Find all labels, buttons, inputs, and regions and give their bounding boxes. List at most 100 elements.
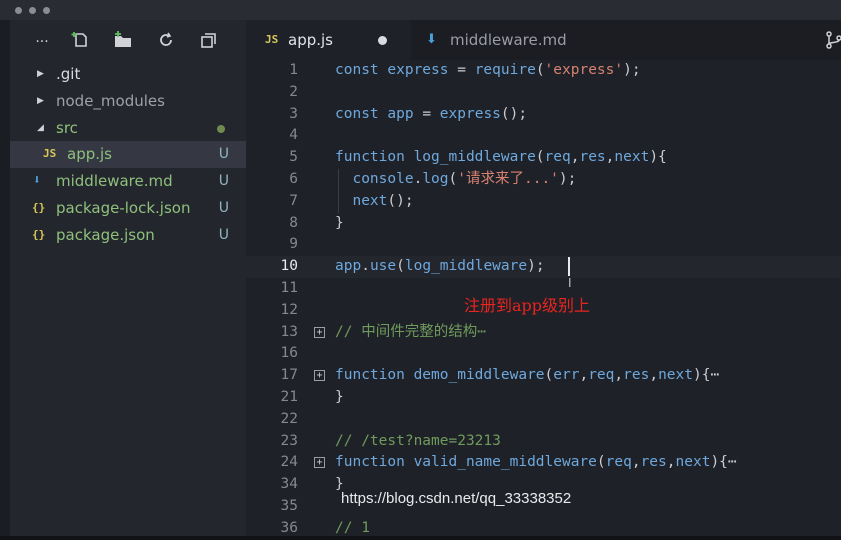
code-text: // 中间件完整的结构⋯ xyxy=(335,323,486,340)
code-text: } xyxy=(335,214,344,231)
code-text: console.log('请求来了...'); xyxy=(352,171,577,187)
modified-dot-icon xyxy=(217,124,225,133)
code-line[interactable]: 8} xyxy=(246,213,841,235)
line-number: 4 xyxy=(289,127,298,144)
line-number: 9 xyxy=(289,236,298,253)
new-folder-icon[interactable] xyxy=(113,30,133,50)
markdown-icon: ⬇ xyxy=(426,32,437,47)
javascript-file-icon: JS xyxy=(265,33,279,46)
tree-item-middleware-md[interactable]: ⬇ middleware.md U xyxy=(10,168,246,195)
tree-item-label: package-lock.json xyxy=(56,198,191,217)
tree-item-node-modules[interactable]: ▶ node_modules xyxy=(10,88,246,115)
code-text: app.use(log_middleware); xyxy=(335,258,545,275)
source-control-icon[interactable] xyxy=(824,30,841,50)
more-actions-button[interactable]: ... xyxy=(32,28,52,48)
code-line[interactable]: 23 // /test?name=23213 xyxy=(246,431,841,453)
code-editor: JS app.js ⬇ middleware.md 1 const express… xyxy=(246,20,841,540)
code-line[interactable]: 4 xyxy=(246,125,841,147)
window-title-bar xyxy=(0,0,841,20)
code-line[interactable]: 1 const express = require('express'); xyxy=(246,60,841,82)
line-number: 17 xyxy=(280,367,298,384)
line-number: 34 xyxy=(280,476,298,493)
line-number: 13 xyxy=(280,323,298,340)
editor-tab-bar: JS app.js ⬇ middleware.md xyxy=(246,20,841,60)
line-number: 5 xyxy=(289,149,298,166)
tree-item-label: src xyxy=(56,118,78,137)
bottom-edge xyxy=(0,536,841,540)
new-file-icon[interactable] xyxy=(71,30,91,50)
tree-item-label: app.js xyxy=(67,145,112,164)
line-number: 11 xyxy=(280,280,298,296)
code-line[interactable]: 6 console.log('请求来了...'); xyxy=(246,169,841,191)
code-line[interactable]: 7 next(); xyxy=(246,191,841,213)
git-status-badge: U xyxy=(218,173,229,190)
file-explorer-sidebar: ... ▶ .git ▶ node_modules ◢ src JS app.j… xyxy=(10,20,246,540)
code-line[interactable]: 16 xyxy=(246,343,841,365)
code-line[interactable]: 21} xyxy=(246,387,841,409)
code-line[interactable]: 2 xyxy=(246,82,841,104)
git-status-badge: U xyxy=(218,199,229,216)
code-line[interactable]: 3 const app = express(); xyxy=(246,104,841,126)
tree-item-package-json[interactable]: {} package.json U xyxy=(10,222,246,249)
line-number: 22 xyxy=(280,410,298,427)
fold-expand-icon[interactable]: + xyxy=(314,370,325,382)
line-number: 2 xyxy=(289,83,298,100)
tree-item-label: middleware.md xyxy=(56,172,173,191)
javascript-file-icon: JS xyxy=(43,147,57,161)
fold-expand-icon[interactable]: + xyxy=(314,326,325,338)
text-caret xyxy=(568,257,570,277)
collapse-all-icon[interactable] xyxy=(199,30,219,50)
json-file-icon: {} xyxy=(32,200,46,214)
code-text: function demo_middleware(err,req,res,nex… xyxy=(335,367,720,384)
tab-app-js[interactable]: JS app.js xyxy=(246,20,411,60)
tree-item-git[interactable]: ▶ .git xyxy=(10,61,246,88)
chevron-right-icon: ▶ xyxy=(37,69,44,79)
markdown-file-icon: ⬇ xyxy=(33,173,41,189)
code-line[interactable]: 10 app.use(log_middleware); xyxy=(246,256,841,278)
line-number: 23 xyxy=(280,432,298,449)
maximize-window-button[interactable] xyxy=(43,7,50,14)
unsaved-dot-icon[interactable] xyxy=(378,36,387,45)
line-number: 10 xyxy=(280,258,298,275)
chevron-right-icon: ▶ xyxy=(37,95,44,106)
tree-item-src[interactable]: ◢ src xyxy=(10,115,246,142)
code-line[interactable]: 13 + // 中间件完整的结构⋯ xyxy=(246,322,841,344)
fold-expand-icon[interactable]: + xyxy=(314,457,325,469)
text-cursor-icon: I xyxy=(568,276,572,290)
code-text: next(); xyxy=(352,192,414,209)
line-number: 35 xyxy=(280,498,298,514)
line-number: 6 xyxy=(289,171,298,187)
code-line[interactable]: 24 + function valid_name_middleware(req,re… xyxy=(246,452,841,474)
watermark: https://blog.csdn.net/qq_33338352 xyxy=(341,490,572,507)
tree-item-label: package.json xyxy=(56,225,155,244)
git-status-badge: U xyxy=(218,146,229,163)
file-tree: ▶ .git ▶ node_modules ◢ src JS app.js U … xyxy=(10,61,246,249)
code-line[interactable]: 22 xyxy=(246,409,841,431)
line-number: 3 xyxy=(289,105,298,122)
annotation-note: 注册到app级别上 xyxy=(464,296,591,315)
tab-label: middleware.md xyxy=(450,31,567,49)
code-text: function log_middleware(req,res,next){ xyxy=(335,149,667,166)
tab-middleware-md[interactable]: ⬇ middleware.md xyxy=(411,20,601,60)
line-number: 7 xyxy=(289,192,298,209)
git-status-badge: U xyxy=(218,226,229,243)
refresh-icon[interactable] xyxy=(156,30,176,50)
code-line[interactable]: 9 xyxy=(246,234,841,256)
indent-guide xyxy=(338,169,339,213)
chevron-down-icon: ◢ xyxy=(37,122,44,133)
code-line[interactable]: 5 function log_middleware(req,res,next){ xyxy=(246,147,841,169)
code-text: } xyxy=(335,389,344,405)
tree-item-app-js[interactable]: JS app.js U xyxy=(10,141,246,169)
minimize-window-button[interactable] xyxy=(29,7,36,14)
line-number: 21 xyxy=(280,389,298,405)
tree-item-label: node_modules xyxy=(56,91,165,110)
json-file-icon: {} xyxy=(32,227,46,241)
code-text: const app = express(); xyxy=(335,105,528,122)
code-line[interactable]: 17 + function demo_middleware(err,req,res,… xyxy=(246,365,841,387)
code-text: const express = require('express'); xyxy=(335,62,641,78)
line-number: 12 xyxy=(280,301,298,318)
tree-item-package-lock-json[interactable]: {} package-lock.json U xyxy=(10,195,246,222)
close-window-button[interactable] xyxy=(15,7,22,14)
tab-label: app.js xyxy=(288,31,333,49)
tree-item-label: .git xyxy=(56,65,81,83)
